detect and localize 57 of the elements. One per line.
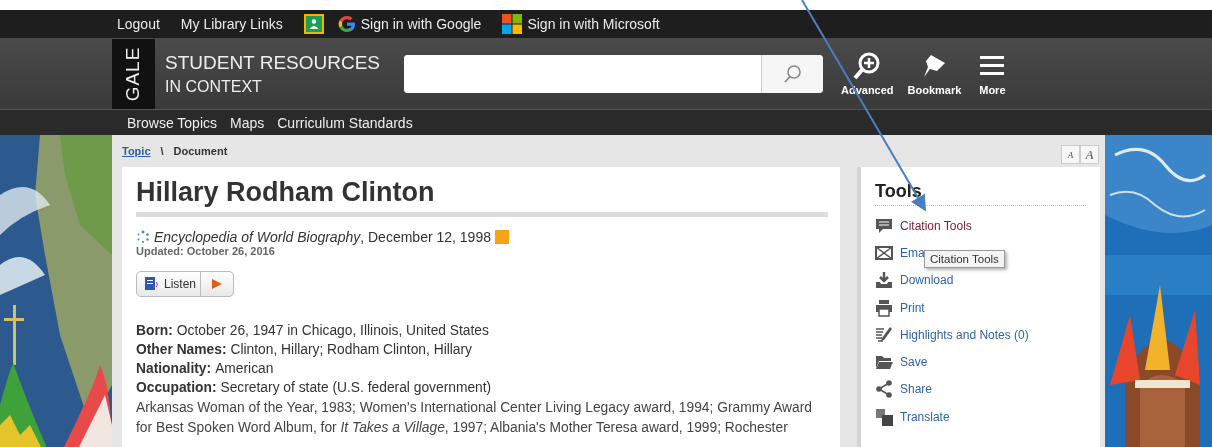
top-link[interactable]: My Library Links bbox=[180, 16, 283, 32]
tool-link[interactable]: Download bbox=[875, 266, 954, 294]
document-title: Hillary Rodham Clinton bbox=[136, 177, 828, 217]
tool-link[interactable]: Save bbox=[875, 348, 928, 376]
nav-link[interactable]: Curriculum Standards bbox=[277, 114, 413, 131]
site-subtitle: IN CONTEXT bbox=[165, 77, 263, 96]
field-value: Clinton, Hillary; Rodham Clinton, Hillary bbox=[230, 342, 472, 357]
increase-font-button[interactable]: A bbox=[1080, 145, 1099, 164]
breadcrumb-current: Document bbox=[173, 145, 228, 157]
source-citation: Encyclopedia of World Biography, December 12, 1998 bbox=[154, 229, 491, 245]
tool-link[interactable]: Citation Tools bbox=[875, 212, 972, 240]
field-label: Born: bbox=[136, 323, 173, 338]
top-link[interactable]: Logout bbox=[117, 16, 160, 32]
google-sign-in-link[interactable]: Sign in with Google bbox=[337, 15, 482, 33]
feed-icon bbox=[495, 230, 509, 244]
bookmark-button[interactable]: Bookmark bbox=[907, 51, 962, 96]
tool-link[interactable]: Print bbox=[875, 293, 925, 322]
listen-button[interactable]: Listen bbox=[136, 271, 235, 297]
tool-link[interactable]: Translate bbox=[875, 403, 950, 431]
person-icon bbox=[307, 18, 320, 30]
share-icon bbox=[875, 380, 893, 399]
search-button[interactable] bbox=[761, 54, 823, 93]
search-icon bbox=[782, 63, 803, 84]
loading-icon bbox=[136, 230, 150, 244]
tool-link[interactable]: Ema bbox=[875, 239, 925, 267]
field-value: October 26, 1947 in Chicago, Illinois, United States bbox=[176, 323, 489, 338]
classroom-icon[interactable] bbox=[303, 14, 324, 34]
more-button[interactable]: More bbox=[975, 51, 1010, 96]
printer-icon bbox=[875, 298, 893, 317]
google-icon bbox=[337, 15, 356, 33]
tool-link[interactable]: Share bbox=[875, 375, 933, 404]
breadcrumb-separator: \ bbox=[160, 145, 164, 157]
biography-paragraph: Arkansas Woman of the Year, 1983; Women's International Center Living Legacy award, 1994; Grammy Award for Best Spoken Word Album, for It Takes a Village, 1997; Albania's Mother Teresa award, 1999; Rochester bbox=[136, 399, 813, 437]
download-icon bbox=[875, 271, 893, 290]
updated-date: Updated: October 26, 2016 bbox=[136, 245, 276, 257]
speech-bubble-icon bbox=[875, 216, 893, 235]
microsoft-sign-in-link[interactable]: Sign in with Microsoft bbox=[502, 14, 660, 34]
field-label: Other Names: bbox=[136, 342, 227, 357]
folder-icon bbox=[875, 353, 893, 372]
note-pencil-icon bbox=[875, 325, 893, 344]
field-value: American bbox=[215, 361, 274, 376]
envelope-icon bbox=[875, 243, 893, 262]
microsoft-icon bbox=[502, 14, 523, 34]
nav-link[interactable]: Browse Topics bbox=[127, 114, 217, 131]
decrease-font-button[interactable]: A bbox=[1061, 145, 1080, 164]
field-value: Secretary of state (U.S. federal government) bbox=[220, 380, 492, 395]
tool-link[interactable]: Highlights and Notes (0) bbox=[875, 321, 1029, 349]
field-label: Occupation: bbox=[136, 380, 217, 395]
play-icon bbox=[211, 278, 224, 290]
breadcrumb-link[interactable]: Topic bbox=[122, 145, 151, 157]
site-title: STUDENT RESOURCES bbox=[165, 51, 381, 74]
speaker-doc-icon bbox=[144, 276, 160, 292]
field-label: Nationality: bbox=[136, 361, 212, 376]
nav-link[interactable]: Maps bbox=[230, 114, 265, 131]
translate-icon bbox=[875, 407, 893, 426]
gale-logo: GALE bbox=[112, 38, 155, 109]
tooltip: Citation Tools bbox=[924, 250, 1005, 268]
